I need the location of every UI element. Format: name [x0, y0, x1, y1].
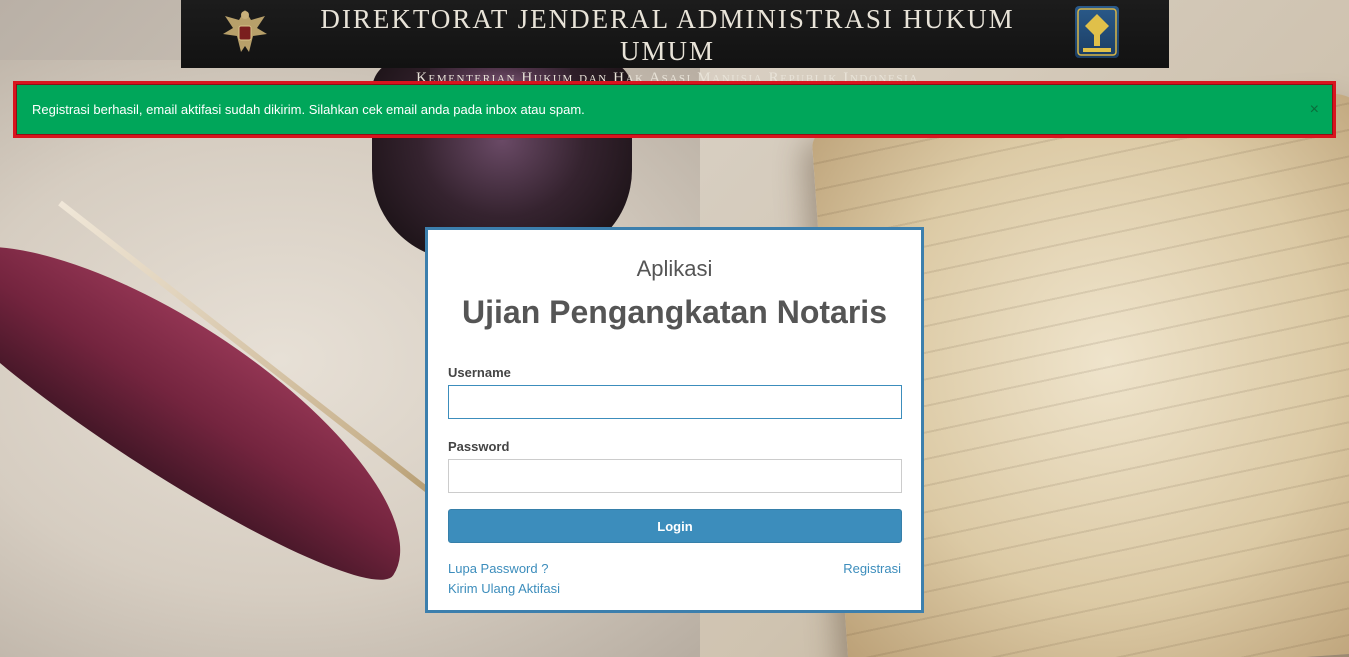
login-box: Aplikasi Ujian Pengangkatan Notaris User…: [425, 227, 924, 613]
register-link[interactable]: Registrasi: [843, 561, 901, 576]
username-input[interactable]: [448, 385, 902, 419]
login-button[interactable]: Login: [448, 509, 902, 543]
close-icon[interactable]: ×: [1310, 102, 1319, 118]
forgot-password-link[interactable]: Lupa Password ?: [448, 561, 548, 576]
garuda-emblem-icon: [221, 6, 269, 58]
password-label: Password: [448, 439, 510, 454]
banner-title: DIREKTORAT JENDERAL ADMINISTRASI HUKUM U…: [320, 4, 1015, 66]
app-title: Ujian Pengangkatan Notaris: [462, 294, 887, 330]
header-banner: DIREKTORAT JENDERAL ADMINISTRASI HUKUM U…: [181, 0, 1169, 86]
pengayoman-logo-icon: [1075, 6, 1119, 58]
success-alert: Registrasi berhasil, email aktifasi suda…: [13, 81, 1336, 138]
alert-message: Registrasi berhasil, email aktifasi suda…: [32, 102, 585, 117]
username-label: Username: [448, 365, 511, 380]
password-input[interactable]: [448, 459, 902, 493]
banner-titles: DIREKTORAT JENDERAL ADMINISTRASI HUKUM U…: [286, 3, 1049, 89]
app-label: Aplikasi: [636, 256, 713, 281]
resend-activation-link[interactable]: Kirim Ulang Aktifasi: [448, 581, 560, 596]
